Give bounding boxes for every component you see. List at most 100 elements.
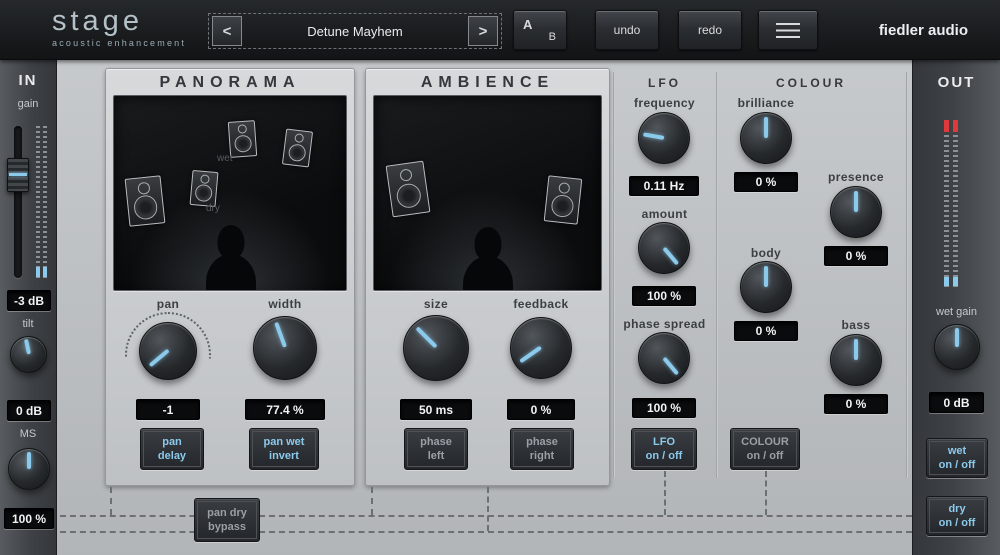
ab-a-label: A (523, 17, 533, 32)
size-label: size (423, 297, 449, 311)
output-meter-right (953, 120, 958, 288)
tilt-knob[interactable] (10, 336, 47, 373)
gain-fader[interactable] (7, 158, 29, 192)
phase-spread-label: phase spread (623, 317, 706, 331)
lfo-frequency-value: 0.11 Hz (629, 176, 699, 196)
knob-pointer (854, 190, 858, 212)
feedback-value: 0 % (507, 399, 575, 420)
button-label: left (427, 450, 445, 462)
input-meter-level (43, 267, 47, 277)
output-panel: OUT wet gain 0 dB wet on / off dry on / … (912, 60, 1000, 555)
feedback-knob[interactable] (510, 317, 572, 379)
colour-onoff-button[interactable]: COLOUR on / off (730, 428, 800, 470)
tilt-value: 0 dB (7, 400, 51, 421)
plugin-window: stage acoustic enhancement < Detune Mayh… (0, 0, 1000, 555)
presence-label: presence (828, 170, 884, 184)
undo-button[interactable]: undo (595, 10, 659, 50)
body-label: body (750, 246, 782, 260)
output-meter-level (944, 277, 949, 286)
body-knob[interactable] (740, 261, 792, 313)
phase-right-button[interactable]: phase right (510, 428, 574, 470)
speaker-icon (281, 128, 314, 168)
lfo-amount-value: 100 % (632, 286, 696, 306)
knob-pointer (662, 246, 680, 265)
button-label: delay (157, 450, 187, 462)
lfo-title: LFO (648, 76, 681, 90)
signal-path-line (487, 487, 489, 531)
button-label: wet (947, 444, 967, 457)
pan-delay-button[interactable]: pan delay (140, 428, 204, 470)
bass-value: 0 % (824, 394, 888, 414)
colour-title: COLOUR (776, 76, 846, 90)
panorama-display: wet dry (113, 95, 347, 291)
lfo-frequency-knob[interactable] (638, 112, 690, 164)
button-label: LFO (653, 435, 675, 448)
bass-label: bass (841, 318, 871, 332)
pan-dry-bypass-button[interactable]: pan dry bypass (194, 498, 260, 542)
ms-knob[interactable] (8, 448, 50, 490)
speaker-icon (385, 160, 431, 218)
button-label: pan dry (207, 506, 247, 519)
feedback-label: feedback (513, 297, 569, 311)
wet-screen-label: wet (217, 153, 233, 164)
input-meter-right (43, 126, 47, 278)
signal-path-line (371, 487, 373, 515)
knob-pointer (642, 131, 665, 140)
size-value: 50 ms (400, 399, 472, 420)
logo-text: stage (52, 5, 143, 37)
knob-pointer (27, 451, 31, 469)
redo-button[interactable]: redo (678, 10, 742, 50)
ab-b-label: B (548, 31, 556, 43)
pan-wet-invert-button[interactable]: pan wet invert (249, 428, 319, 470)
pan-value: -1 (136, 399, 200, 420)
signal-path-line (60, 515, 912, 517)
preset-name[interactable]: Detune Mayhem (209, 24, 501, 39)
preset-prev-button[interactable]: < (212, 16, 242, 46)
preset-selector: < Detune Mayhem > (208, 13, 502, 49)
width-label: width (268, 297, 302, 311)
dry-screen-label: dry (206, 203, 220, 214)
phase-left-button[interactable]: phase left (404, 428, 468, 470)
clip-indicator (953, 120, 958, 132)
input-panel: IN gain -3 dB tilt 0 dB MS 100 % (0, 60, 57, 555)
divider (906, 72, 908, 478)
input-meter-level (36, 267, 40, 277)
size-knob[interactable] (403, 315, 469, 381)
phase-spread-value: 100 % (632, 398, 696, 418)
frequency-label: frequency (634, 96, 695, 110)
bass-knob[interactable] (830, 334, 882, 386)
knob-pointer (415, 326, 438, 349)
lfo-amount-knob[interactable] (638, 222, 690, 274)
brilliance-value: 0 % (734, 172, 798, 192)
body-value: 0 % (734, 321, 798, 341)
knob-pointer (274, 322, 287, 349)
wet-gain-knob[interactable] (934, 324, 980, 370)
chevron-left-icon: < (222, 22, 232, 40)
output-meter-left (944, 120, 949, 288)
clip-indicator (944, 120, 949, 132)
width-knob[interactable] (253, 316, 317, 380)
signal-path-line (60, 531, 912, 533)
knob-pointer (764, 265, 768, 287)
lfo-onoff-button[interactable]: LFO on / off (631, 428, 697, 470)
signal-path-line (765, 471, 767, 515)
wet-gain-label: wet gain (936, 306, 977, 318)
ms-value: 100 % (4, 508, 54, 529)
phase-spread-knob[interactable] (638, 332, 690, 384)
menu-button[interactable] (758, 10, 818, 50)
divider (613, 72, 615, 478)
presence-knob[interactable] (830, 186, 882, 238)
preset-next-button[interactable]: > (468, 16, 498, 46)
speaker-icon (189, 169, 219, 208)
gain-fader-track (14, 126, 22, 278)
listener-head-icon (463, 227, 513, 290)
input-meter-left (36, 126, 40, 278)
knob-pointer (764, 116, 768, 138)
pan-knob[interactable] (139, 322, 197, 380)
ab-compare-button[interactable]: A B (513, 10, 567, 50)
dry-onoff-button[interactable]: dry on / off (926, 496, 988, 536)
button-label: COLOUR (741, 435, 789, 448)
wet-onoff-button[interactable]: wet on / off (926, 438, 988, 478)
brilliance-knob[interactable] (740, 112, 792, 164)
listener-head-icon (206, 225, 256, 290)
